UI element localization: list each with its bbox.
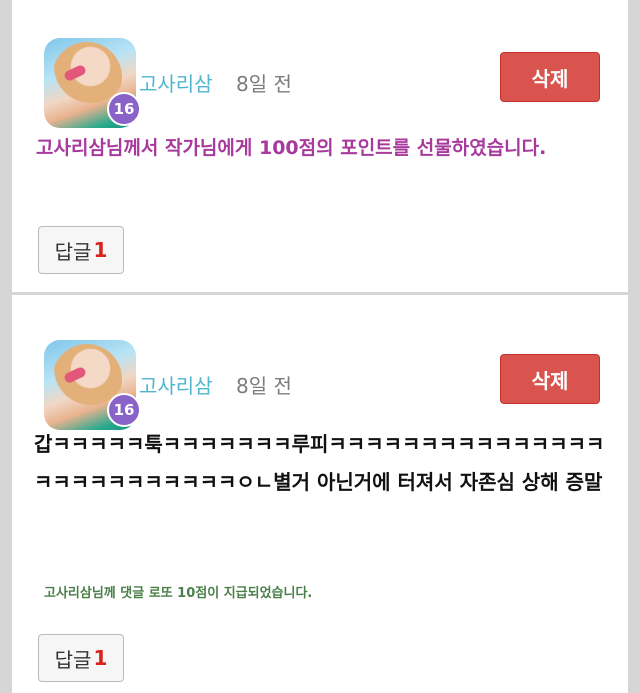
gift-message: 고사리삼님께서 작가님에게 100점의 포인트를 선물하였습니다. [36,137,547,159]
delete-button[interactable]: 삭제 [500,354,600,404]
level-badge: 16 [107,92,141,126]
timestamp: 8일 전 [236,72,292,96]
comment-text: 갑ㅋㅋㅋㅋㅋ툭ㅋㅋㅋㅋㅋㅋㅋ루피ㅋㅋㅋㅋㅋㅋㅋㅋㅋㅋㅋㅋㅋㅋㅋㅋㅋㅋㅋㅋㅋㅋㅋㅋ… [34,432,605,494]
timestamp: 8일 전 [236,374,292,398]
comment-card: 16 고사리삼 8일 전 삭제 고사리삼님께서 작가님에게 100점의 포인트를… [12,0,628,292]
reply-label: 답글 [54,239,92,264]
lotto-notice: 고사리삼님께 댓글 로또 10점이 지급되었습니다. [44,586,313,601]
comment-card: 16 고사리삼 8일 전 삭제 갑ㅋㅋㅋㅋㅋ툭ㅋㅋㅋㅋㅋㅋㅋ루피ㅋㅋㅋㅋㅋㅋㅋㅋ… [12,295,628,693]
reply-label: 답글 [54,647,92,672]
username[interactable]: 고사리삼 [139,68,213,97]
reply-button[interactable]: 답글 1 [38,634,124,682]
delete-button[interactable]: 삭제 [500,52,600,102]
reply-count: 1 [93,646,108,670]
reply-count: 1 [93,238,108,262]
level-badge: 16 [107,393,141,427]
reply-button[interactable]: 답글 1 [38,226,124,274]
username[interactable]: 고사리삼 [139,370,213,399]
